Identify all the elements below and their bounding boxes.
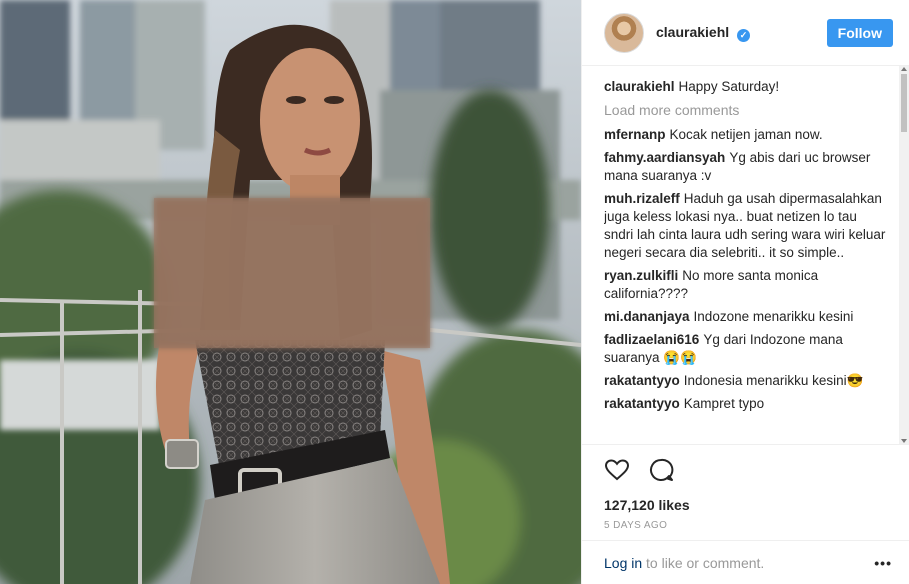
post-side-panel: claurakiehl ✓ Follow claurakiehl Happy Sa…	[581, 0, 909, 584]
comment-item: rakatantyyo Indonesia menarikku kesini😎	[604, 372, 886, 390]
scroll-down-arrow-icon[interactable]	[901, 439, 907, 443]
comments-list: claurakiehl Happy Saturday! Load more com…	[604, 78, 886, 444]
verified-badge-icon: ✓	[737, 28, 751, 42]
instagram-post: claurakiehl ✓ Follow claurakiehl Happy Sa…	[0, 0, 909, 584]
comment-bubble-icon[interactable]	[648, 457, 674, 483]
scroll-up-arrow-icon[interactable]	[901, 67, 907, 71]
comment-username[interactable]: fadlizaelani616	[604, 332, 699, 347]
login-prompt-text: to like or comment.	[642, 554, 765, 571]
comment-item: fahmy.aardiansyah Yg abis dari uc browser…	[604, 149, 886, 185]
more-options-icon[interactable]: •••	[874, 555, 892, 571]
photo-scene	[0, 0, 581, 584]
comment-username[interactable]: rakatantyyo	[604, 396, 680, 411]
comment-username[interactable]: fahmy.aardiansyah	[604, 150, 725, 165]
caption-username[interactable]: claurakiehl	[604, 79, 675, 94]
login-link[interactable]: Log in	[604, 555, 642, 571]
comment-text: Indonesia menarikku kesini😎	[683, 373, 864, 388]
comment-username[interactable]: ryan.zulkifli	[604, 268, 678, 283]
post-photo[interactable]	[0, 0, 581, 584]
likes-count[interactable]: 127,120 likes	[604, 497, 909, 513]
header-username[interactable]: claurakiehl ✓	[656, 24, 751, 42]
comment-text: Kampret typo	[683, 396, 765, 411]
caption-text: Happy Saturday!	[678, 79, 780, 94]
comment-item: ryan.zulkifli No more santa monica califo…	[604, 267, 886, 303]
avatar[interactable]	[604, 12, 644, 53]
comment-username[interactable]: mi.dananjaya	[604, 309, 690, 324]
comment-item: fadlizaelani616 Yg dari Indozone mana sua…	[604, 331, 886, 367]
comment-username[interactable]: mfernanp	[604, 127, 666, 142]
comment-username[interactable]: muh.rizaleff	[604, 191, 680, 206]
comment-username[interactable]: rakatantyyo	[604, 373, 680, 388]
comment-text: Kocak netijen jaman now.	[669, 127, 823, 142]
comment-item: rakatantyyo Kampret typo	[604, 395, 886, 413]
post-header: claurakiehl ✓ Follow	[582, 0, 909, 66]
caption: claurakiehl Happy Saturday!	[604, 78, 886, 96]
username-text[interactable]: claurakiehl	[656, 24, 729, 40]
post-timestamp[interactable]: 5 DAYS AGO	[604, 520, 909, 531]
post-actions: 127,120 likes 5 DAYS AGO	[582, 444, 909, 540]
action-icons	[604, 457, 909, 483]
comment-item: muh.rizaleff Haduh ga usah dipermasalahka…	[604, 190, 886, 262]
load-more-comments-link[interactable]: Load more comments	[604, 102, 886, 118]
comments-scrollbar[interactable]	[899, 66, 909, 444]
follow-button[interactable]: Follow	[826, 18, 893, 47]
heart-icon[interactable]	[604, 457, 630, 483]
comment-text: Indozone menarikku kesini	[693, 309, 854, 324]
comment-item: mi.dananjaya Indozone menarikku kesini	[604, 308, 886, 326]
scroll-thumb[interactable]	[901, 74, 907, 132]
post-footer: Log in to like or comment. •••	[582, 540, 909, 584]
comment-item: mfernanp Kocak netijen jaman now.	[604, 126, 886, 144]
